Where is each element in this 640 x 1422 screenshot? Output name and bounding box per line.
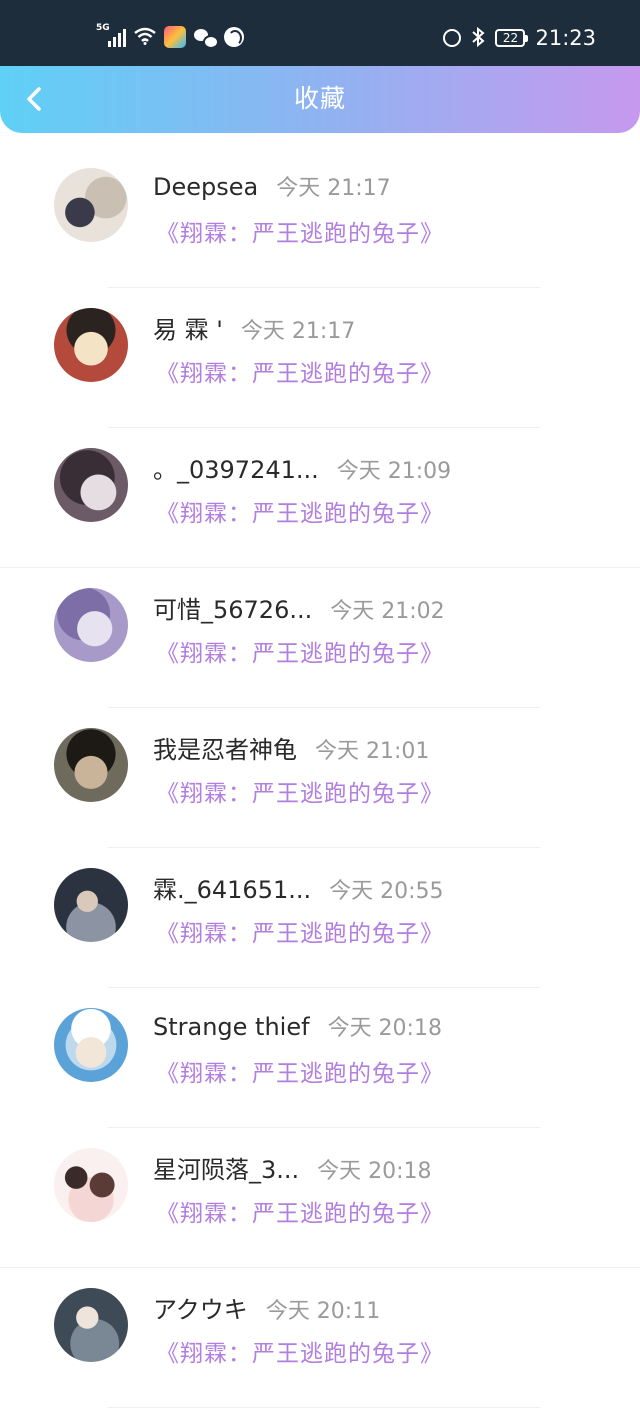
timestamp: 今天 21:02 (330, 599, 445, 624)
user-name[interactable]: 。_0397241... (153, 450, 319, 485)
favorited-title-link[interactable]: 《翔霖：严王逃跑的兔子》 (156, 494, 444, 528)
list-item[interactable]: 。_0397241... 今天 21:09 《翔霖：严王逃跑的兔子》 (0, 428, 640, 568)
avatar[interactable] (54, 868, 128, 942)
avatar[interactable] (54, 1148, 128, 1222)
list-item[interactable]: 霖._641651... 今天 20:55 《翔霖：严王逃跑的兔子》 (0, 848, 640, 988)
user-name[interactable]: 可惜_56726... (153, 590, 312, 625)
network-type-label: 5G (96, 23, 110, 33)
status-right-icons: 22 21:23 (443, 26, 596, 50)
list-item[interactable]: 易 霖 ' 今天 21:17 《翔霖：严王逃跑的兔子》 (0, 288, 640, 428)
favorited-title-link[interactable]: 《翔霖：严王逃跑的兔子》 (156, 214, 444, 248)
top-navigation-bar: 收藏 (0, 66, 640, 133)
avatar[interactable] (54, 728, 128, 802)
bluetooth-icon (471, 26, 486, 50)
divider (108, 1407, 540, 1408)
timestamp: 今天 21:17 (276, 176, 391, 201)
favorited-title-link[interactable]: 《翔霖：严王逃跑的兔子》 (156, 1194, 444, 1228)
browser-icon (224, 27, 244, 47)
status-left-icons: 5G (96, 23, 244, 49)
app-notification-icon (164, 26, 186, 48)
avatar[interactable] (54, 168, 128, 242)
favorited-title-link[interactable]: 《翔霖：严王逃跑的兔子》 (156, 774, 444, 808)
timestamp: 今天 20:18 (317, 1159, 432, 1184)
avatar[interactable] (54, 308, 128, 382)
avatar[interactable] (54, 1008, 128, 1082)
user-name[interactable]: Strange thief (153, 1013, 310, 1041)
list-item[interactable]: アクウキ 今天 20:11 《翔霖：严王逃跑的兔子》 (0, 1268, 640, 1408)
timestamp: 今天 21:09 (336, 459, 452, 484)
favorited-title-link[interactable]: 《翔霖：严王逃跑的兔子》 (156, 914, 444, 948)
user-name[interactable]: 霖._641651... (153, 870, 311, 905)
favorited-title-link[interactable]: 《翔霖：严王逃跑的兔子》 (156, 634, 444, 668)
user-name[interactable]: 我是忍者神龟 (153, 730, 297, 765)
list-item[interactable]: 可惜_56726... 今天 21:02 《翔霖：严王逃跑的兔子》 (0, 568, 640, 708)
timestamp: 今天 20:11 (265, 1299, 381, 1324)
timestamp: 今天 21:17 (240, 319, 356, 344)
wechat-icon (194, 28, 219, 49)
user-name[interactable]: アクウキ (153, 1290, 248, 1325)
favorited-title-link[interactable]: 《翔霖：严王逃跑的兔子》 (156, 1054, 444, 1088)
user-name[interactable]: Deepsea (153, 173, 258, 201)
avatar[interactable] (54, 448, 128, 522)
status-bar: 5G 22 21:23 (0, 0, 640, 70)
avatar[interactable] (54, 588, 128, 662)
battery-icon: 22 (495, 29, 529, 47)
favorites-list: Deepsea 今天 21:17 《翔霖：严王逃跑的兔子》 易 霖 ' 今天 2… (0, 148, 640, 1408)
avatar[interactable] (54, 1288, 128, 1362)
status-time: 21:23 (535, 26, 596, 50)
timestamp: 今天 20:55 (329, 879, 444, 904)
wifi-icon (134, 27, 156, 48)
favorited-title-link[interactable]: 《翔霖：严王逃跑的兔子》 (156, 1334, 444, 1368)
list-item[interactable]: 我是忍者神龟 今天 21:01 《翔霖：严王逃跑的兔子》 (0, 708, 640, 848)
favorited-title-link[interactable]: 《翔霖：严王逃跑的兔子》 (156, 354, 444, 388)
timestamp: 今天 21:01 (315, 739, 430, 764)
user-name[interactable]: 易 霖 ' (153, 310, 223, 345)
alarm-icon (443, 29, 462, 47)
page-title: 收藏 (293, 84, 346, 113)
list-item[interactable]: 星河陨落_3... 今天 20:18 《翔霖：严王逃跑的兔子》 (0, 1128, 640, 1268)
user-name[interactable]: 星河陨落_3... (153, 1150, 299, 1185)
list-item[interactable]: Deepsea 今天 21:17 《翔霖：严王逃跑的兔子》 (0, 148, 640, 288)
timestamp: 今天 20:18 (327, 1016, 442, 1041)
cellular-signal-icon: 5G (96, 23, 126, 47)
list-item[interactable]: Strange thief 今天 20:18 《翔霖：严王逃跑的兔子》 (0, 988, 640, 1128)
